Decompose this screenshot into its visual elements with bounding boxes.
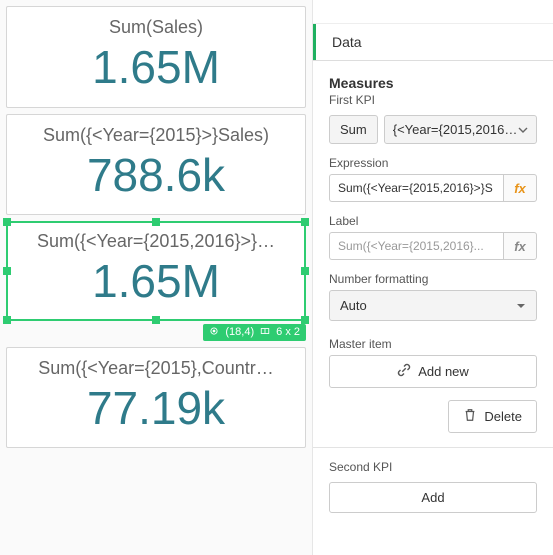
resize-handle[interactable] [3,316,11,324]
label-fx-button[interactable]: fx [503,232,537,260]
tab-row: Data [313,24,553,61]
resize-handle[interactable] [152,316,160,324]
divider [313,447,553,448]
kpi-title: Sum({<Year={2015,2016}>}… [14,231,298,252]
expression-fx-button[interactable]: fx [503,174,537,202]
chevron-down-icon [518,125,528,135]
delete-label: Delete [484,409,522,424]
target-icon [209,326,219,339]
kpi-value: 77.19k [15,383,297,434]
kpi-title: Sum({<Year={2015}>}Sales) [15,125,297,146]
resize-handle[interactable] [301,218,309,226]
resize-handle[interactable] [3,267,11,275]
properties-panel: Data Measures First KPI Sum {<Year={2015… [312,0,553,555]
canvas-area: Sum(Sales) 1.65M Sum({<Year={2015}>}Sale… [0,0,312,555]
resize-handle[interactable] [301,316,309,324]
link-icon [397,363,411,380]
expression-input[interactable] [329,174,503,202]
panel-header-strip [313,0,553,24]
aggregation-row: Sum {<Year={2015,2016… [329,115,537,144]
add-new-label: Add new [418,364,469,379]
kpi-value: 1.65M [15,42,297,93]
trash-icon [463,408,477,425]
kpi-card[interactable]: Sum({<Year={2015}>}Sales) 788.6k [6,114,306,216]
second-kpi-label: Second KPI [329,460,537,474]
kpi-value: 788.6k [15,150,297,201]
caret-down-icon [516,301,526,311]
label-row: fx [329,232,537,260]
selection-size: 6 x 2 [276,326,300,338]
measures-heading: Measures [329,75,537,91]
resize-handle[interactable] [301,267,309,275]
selection-badge: (18,4) 6 x 2 [203,324,306,341]
aggregation-field-text: {<Year={2015,2016… [393,122,518,137]
delete-row: Delete [329,400,537,433]
kpi-card[interactable]: Sum(Sales) 1.65M [6,6,306,108]
kpi-title: Sum({<Year={2015},Countr… [15,358,297,379]
first-kpi-label: First KPI [329,93,537,107]
add-button[interactable]: Add [329,482,537,513]
grid-icon [260,326,270,339]
selection-pos: (18,4) [225,326,254,338]
add-new-button[interactable]: Add new [329,355,537,388]
label-label: Label [329,214,537,228]
resize-handle[interactable] [152,218,160,226]
number-formatting-select[interactable]: Auto [329,290,537,321]
kpi-card[interactable]: Sum({<Year={2015},Countr… 77.19k [6,347,306,449]
add-label: Add [421,490,444,505]
kpi-title: Sum(Sales) [15,17,297,38]
kpi-card-selected[interactable]: Sum({<Year={2015,2016}>}… 1.65M (18,4) 6… [6,221,306,321]
expression-row: fx [329,174,537,202]
tab-data[interactable]: Data [313,24,378,60]
number-formatting-value: Auto [340,298,367,313]
kpi-value: 1.65M [14,256,298,307]
resize-handle[interactable] [3,218,11,226]
master-item-label: Master item [329,337,537,351]
delete-button[interactable]: Delete [448,400,537,433]
aggregation-field-dropdown[interactable]: {<Year={2015,2016… [384,115,537,144]
panel-body: Measures First KPI Sum {<Year={2015,2016… [313,61,553,523]
aggregation-button[interactable]: Sum [329,115,378,144]
expression-label: Expression [329,156,537,170]
number-formatting-label: Number formatting [329,272,537,286]
label-input[interactable] [329,232,503,260]
